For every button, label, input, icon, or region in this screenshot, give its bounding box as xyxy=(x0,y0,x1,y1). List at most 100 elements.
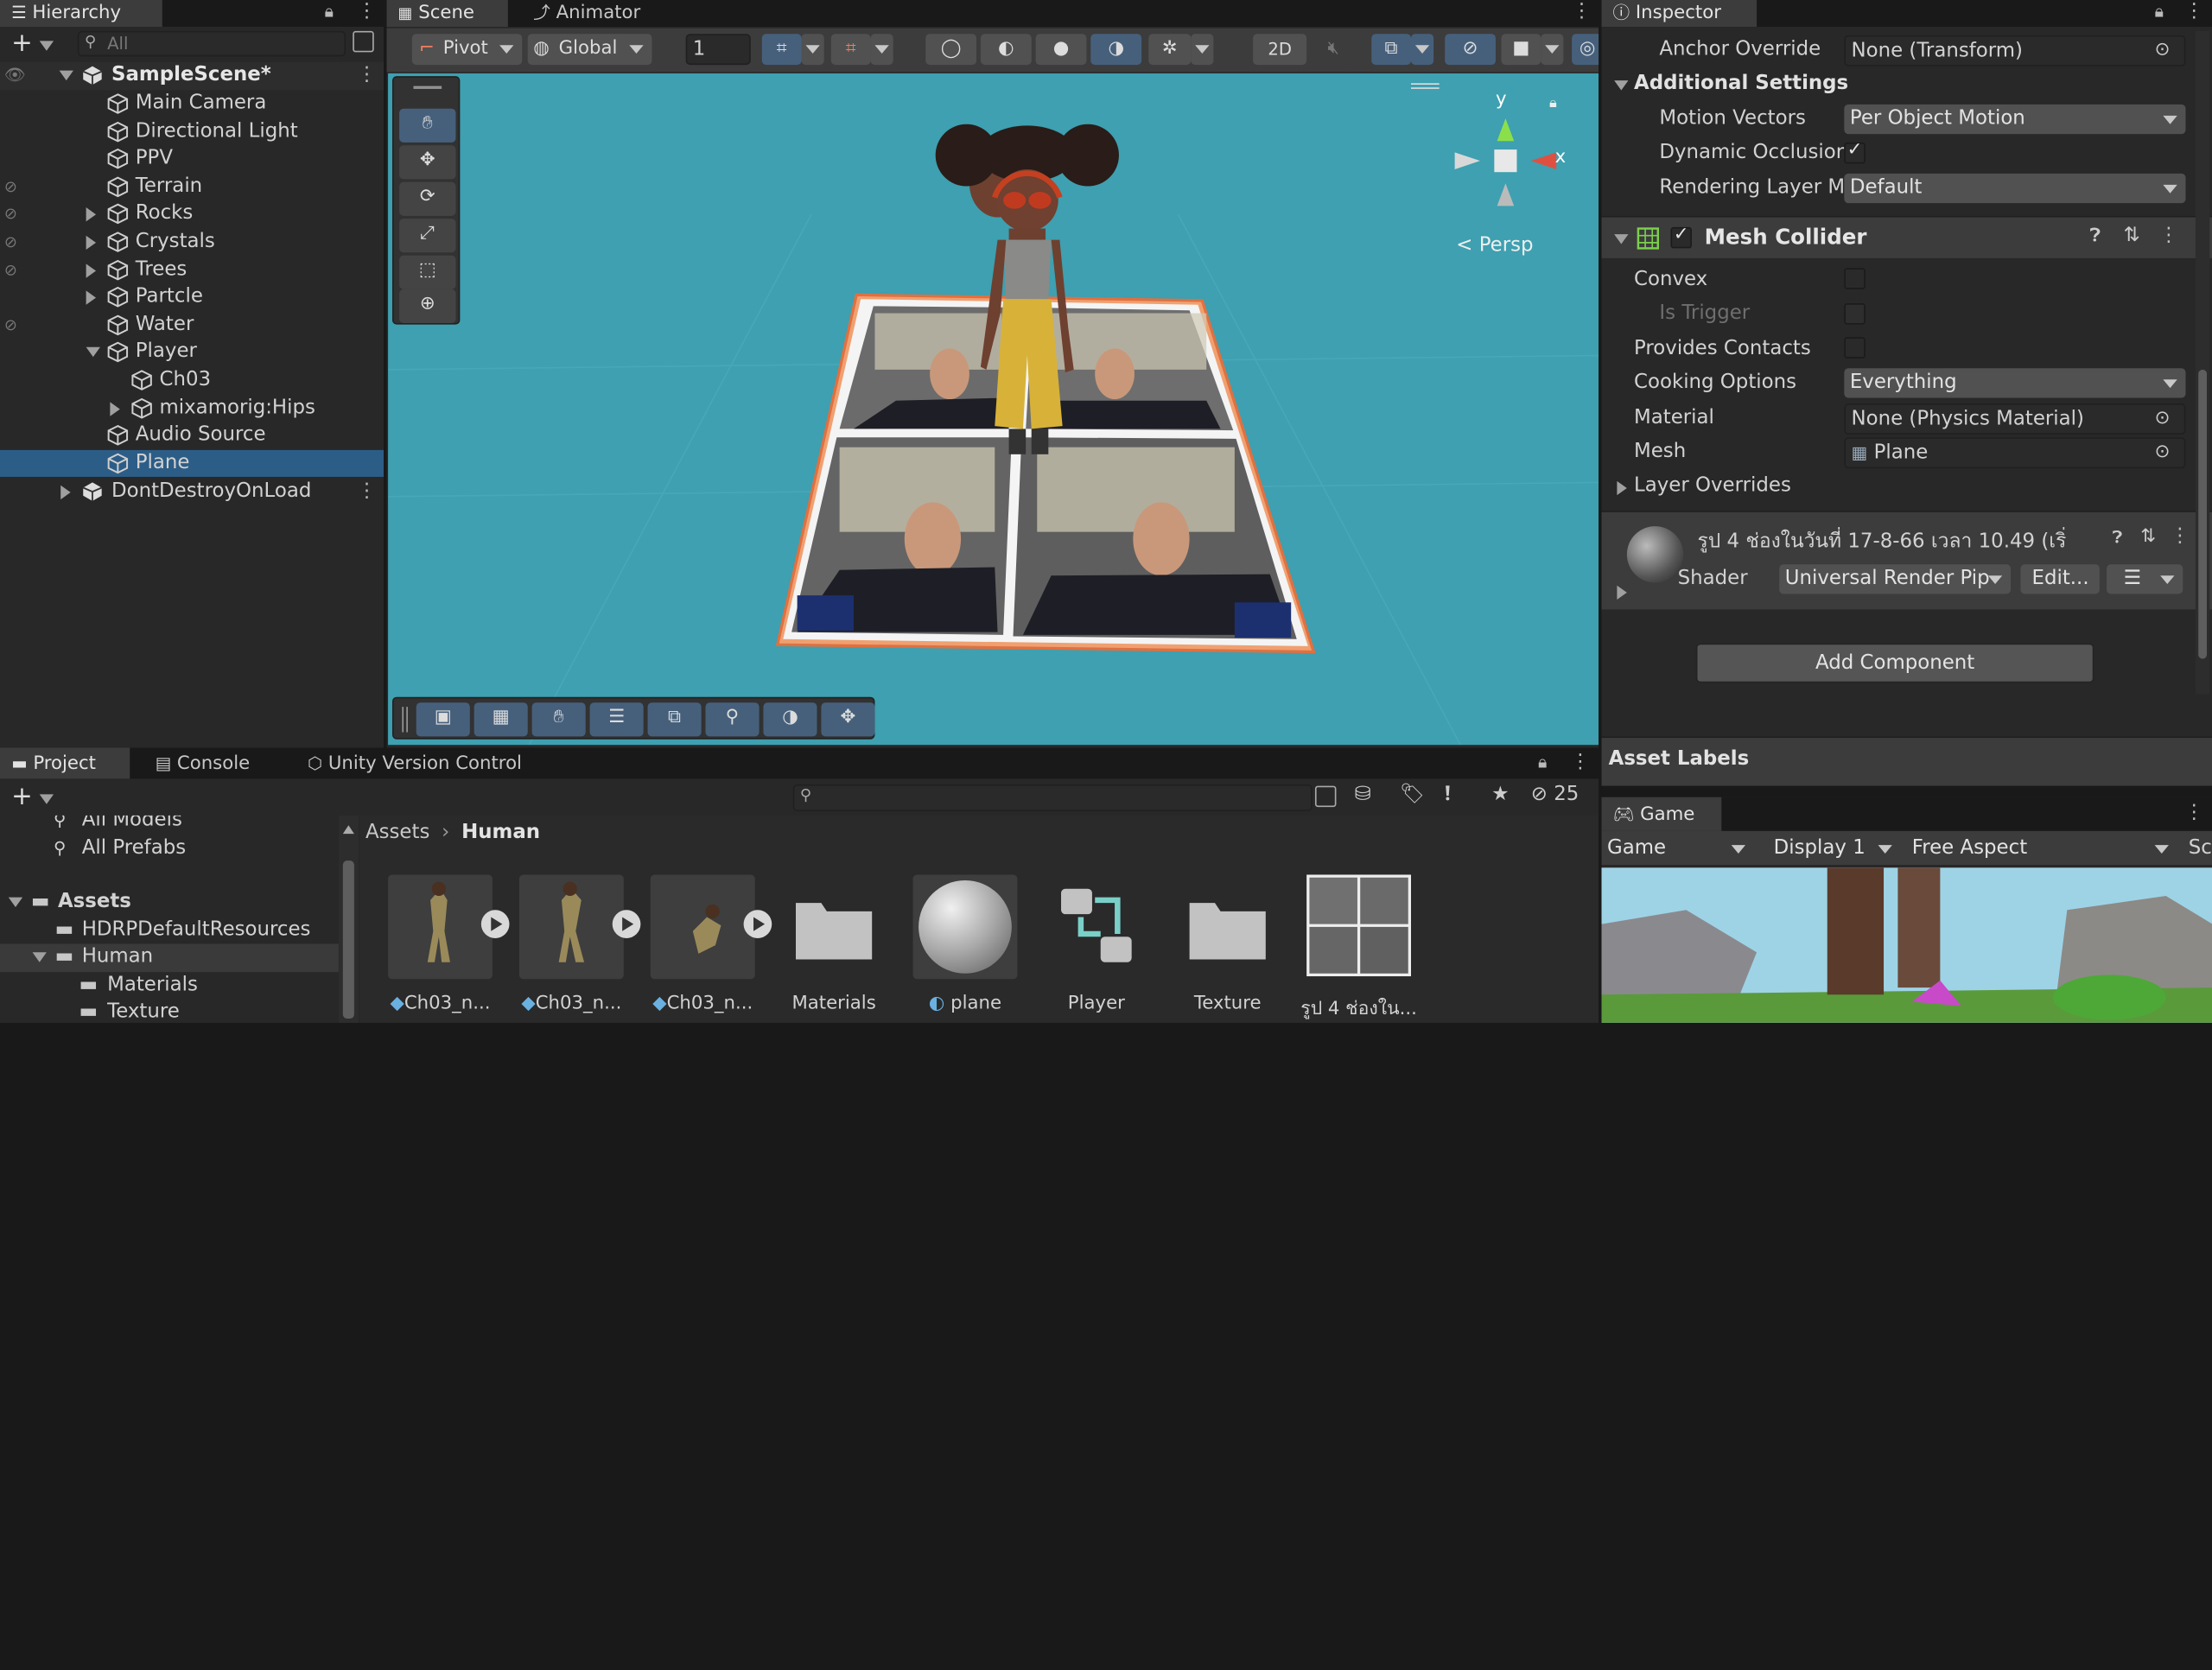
aspect-dropdown[interactable]: Free Aspect xyxy=(1906,834,2177,864)
scale-tool-button[interactable]: ⤢ xyxy=(399,219,456,253)
expand-right-icon[interactable] xyxy=(86,207,97,223)
audio-toggle-button[interactable]: 🔇︎ xyxy=(1312,34,1355,66)
hidden-packages-toggle[interactable]: ⊘ 25 xyxy=(1531,783,1580,805)
add-dropdown-icon[interactable] xyxy=(39,41,54,51)
more-menu-icon[interactable]: ⋮ xyxy=(2184,0,2204,22)
expand-assets-icon[interactable] xyxy=(8,897,23,908)
asset-tile-ch03-1[interactable]: ◆Ch03_n... xyxy=(385,872,510,1014)
effects-dropdown[interactable] xyxy=(1411,34,1434,66)
settings-sliders-button[interactable]: ☰ xyxy=(589,702,644,737)
human-folder-row[interactable]: ▬ Human xyxy=(0,943,339,972)
character-model[interactable] xyxy=(388,73,1599,745)
hierarchy-item-ch03[interactable]: Ch03 xyxy=(0,367,384,395)
mesh-field[interactable]: ▦ Plane xyxy=(1844,437,2186,469)
asset-tile-ch03-3[interactable]: ◆Ch03_n... xyxy=(648,872,772,1014)
tab-scene[interactable]: ▦ Scene xyxy=(386,0,508,28)
shaded-wireframe-button[interactable]: ◐ xyxy=(980,34,1032,66)
convex-checkbox[interactable] xyxy=(1844,268,1866,289)
hidden-eye-icon[interactable]: ⊘ xyxy=(4,257,17,283)
more-menu-icon[interactable]: ⋮ xyxy=(357,0,377,22)
transform-tool-button[interactable]: ⊕ xyxy=(399,289,456,323)
hierarchy-search-input[interactable]: All xyxy=(77,30,346,57)
asset-tile-player-controller[interactable]: Player xyxy=(1041,872,1151,1014)
grid-snap-button[interactable]: ⌗ xyxy=(761,34,802,66)
hierarchy-item-rocks[interactable]: ⊘ Rocks xyxy=(0,201,384,229)
expand-additional-icon[interactable] xyxy=(1614,80,1629,91)
tab-hierarchy[interactable]: ☰ Hierarchy xyxy=(0,0,162,28)
grid-size-input[interactable]: 1 xyxy=(685,34,751,66)
expand-material-icon[interactable] xyxy=(1617,585,1627,600)
add-component-button[interactable]: Add Component xyxy=(1695,643,2094,683)
rendering-layer-dropdown[interactable]: Default xyxy=(1844,173,2186,204)
game-more-icon[interactable]: ⋮ xyxy=(2184,802,2204,824)
hierarchy-item-main-camera[interactable]: Main Camera xyxy=(0,91,384,118)
overlay-menu-icon[interactable] xyxy=(1411,83,1440,89)
expand-right-icon[interactable] xyxy=(86,290,97,306)
favorite-all-models[interactable]: ⚲ All Models xyxy=(0,816,339,835)
hierarchy-item-plane[interactable]: Plane xyxy=(0,449,385,478)
debug-draw-button[interactable]: ✲ xyxy=(1148,34,1192,66)
pan-button[interactable]: ✋︎ xyxy=(531,702,586,737)
tab-version-control[interactable]: ⬡ Unity Version Control xyxy=(296,747,533,778)
scrollbar-thumb[interactable] xyxy=(342,860,354,1019)
rect-tool-button[interactable]: ⬚ xyxy=(399,255,456,289)
display-dropdown[interactable]: Display 1 xyxy=(1759,834,1901,864)
hierarchy-item-audio-source[interactable]: Audio Source xyxy=(0,422,384,450)
texture-folder-row[interactable]: ▬ Texture xyxy=(0,999,339,1023)
asset-tile-ch03-2[interactable]: ◆Ch03_n... xyxy=(517,872,641,1014)
camera-settings-button[interactable]: ■ xyxy=(1501,34,1541,66)
hierarchy-scene-row[interactable]: 👁︎ SampleScene* ⋮ xyxy=(0,61,385,90)
expand-right-icon[interactable] xyxy=(86,235,97,251)
tab-animator[interactable]: ⤴ Animator xyxy=(522,0,652,27)
shader-options-button[interactable]: ☰ xyxy=(2107,564,2183,594)
hierarchy-item-water[interactable]: ⊘ Water xyxy=(0,312,384,340)
view-tool-button[interactable]: ✋︎ xyxy=(399,108,456,143)
rotate-tool-button[interactable]: ⟳ xyxy=(399,181,456,216)
materials-folder-row[interactable]: ▬ Materials xyxy=(0,972,339,1000)
asset-labels-section[interactable]: Asset Labels xyxy=(1601,736,2212,786)
debug-draw-dropdown[interactable] xyxy=(1191,34,1214,66)
increment-snap-dropdown[interactable] xyxy=(870,34,893,66)
grid-toggle-button[interactable]: ▦ xyxy=(474,702,528,737)
2d-toggle-button[interactable]: 2D xyxy=(1253,34,1307,66)
scene-more-icon[interactable]: ⋮ xyxy=(1572,0,1592,22)
hidden-eye-icon[interactable]: ⊘ xyxy=(4,312,17,339)
move-tool-button[interactable]: ✥ xyxy=(399,145,456,180)
gizmos-button[interactable]: ◎ xyxy=(1572,34,1599,66)
expand-collider-icon[interactable] xyxy=(1614,234,1629,244)
asset-tile-photo-texture[interactable]: รูป 4 ช่องใน... xyxy=(1300,872,1417,1020)
global-dropdown[interactable]: Global ◍ xyxy=(527,34,652,66)
anchor-override-field[interactable]: None (Transform) xyxy=(1844,35,2186,67)
provides-contacts-checkbox[interactable] xyxy=(1844,337,1866,359)
layer-overrides-label[interactable]: Layer Overrides xyxy=(1634,474,1791,497)
tab-project[interactable]: ▬ Project xyxy=(0,747,130,779)
project-search-input[interactable] xyxy=(792,784,1313,811)
additional-settings-header[interactable]: Additional Settings xyxy=(1634,72,1848,94)
inspector-scrollbar[interactable] xyxy=(2195,30,2210,695)
hierarchy-item-crystals[interactable]: ⊘ Crystals xyxy=(0,229,384,257)
hierarchy-item-terrain[interactable]: ⊘ Terrain xyxy=(0,174,384,201)
label-icon[interactable]: 🏷︎ xyxy=(1400,783,1425,805)
hdrp-folder-row[interactable]: ▬ HDRPDefaultResources xyxy=(0,917,339,944)
search-button[interactable]: ⚲ xyxy=(705,702,760,737)
presets-icon[interactable]: ⇅ xyxy=(2140,526,2156,547)
hierarchy-item-partcle[interactable]: Partcle xyxy=(0,284,384,312)
breadcrumb-human[interactable]: Human xyxy=(461,821,540,843)
object-picker-icon[interactable]: ⊙ xyxy=(2155,408,2171,429)
expand-right-icon[interactable] xyxy=(110,401,120,416)
hidden-eye-icon[interactable]: ⊘ xyxy=(4,201,17,228)
tab-game[interactable]: 🎮︎ Game xyxy=(1601,797,1722,831)
overlay-drag-handle[interactable] xyxy=(402,707,408,733)
add-icon[interactable]: + xyxy=(11,29,33,58)
lighting-button[interactable]: ◑ xyxy=(763,702,817,737)
expand-layer-overrides-icon[interactable] xyxy=(1617,480,1627,496)
unlit-button[interactable]: ◑ xyxy=(1090,34,1142,66)
pivot-dropdown[interactable]: Pivot ⌐ xyxy=(411,34,523,66)
object-picker-icon[interactable]: ⊙ xyxy=(2155,441,2171,462)
scene-menu-icon[interactable]: ⋮ xyxy=(357,62,377,89)
effects-button[interactable]: ⧉ xyxy=(1371,34,1411,66)
shader-edit-button[interactable]: Edit... xyxy=(2020,564,2100,594)
tab-console[interactable]: ▤ Console xyxy=(144,747,262,778)
dynamic-occlusion-checkbox[interactable]: ✓ xyxy=(1844,140,1866,164)
hidden-eye-icon[interactable]: ⊘ xyxy=(4,229,17,256)
